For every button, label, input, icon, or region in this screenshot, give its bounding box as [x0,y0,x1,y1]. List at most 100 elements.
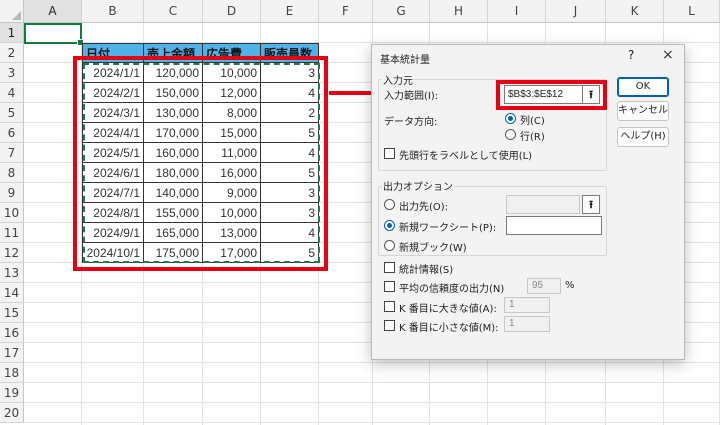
table-cell[interactable]: 2024/1/1 [82,63,144,83]
row-header-13[interactable]: 13 [0,263,24,283]
table-cell[interactable]: 130,000 [144,103,203,123]
kth-largest-label[interactable]: K 番目に大きな値(A): [399,300,497,315]
summary-statistics-label[interactable]: 統計情報(S) [399,261,453,276]
column-header-h[interactable]: H [430,0,488,23]
kth-smallest-label[interactable]: K 番目に小さな値(M): [399,319,499,334]
table-cell[interactable]: 4 [261,143,319,163]
table-cell[interactable]: 160,000 [144,143,203,163]
column-header-b[interactable]: B [82,0,144,23]
column-header-a[interactable]: A [24,0,82,23]
summary-statistics-checkbox[interactable] [384,262,395,273]
table-cell[interactable]: 2024/4/1 [82,123,144,143]
help-button[interactable]: ヘルプ(H) [617,127,669,147]
table-cell[interactable]: 2024/2/1 [82,83,144,103]
row-header-17[interactable]: 17 [0,343,24,363]
table-cell[interactable]: 3 [261,203,319,223]
table-cell[interactable]: 170,000 [144,123,203,143]
direction-column-label[interactable]: 列(C) [520,112,545,127]
table-cell[interactable]: 15,000 [203,123,261,143]
column-header-l[interactable]: L [664,0,720,23]
row-header-11[interactable]: 11 [0,223,24,243]
input-range-field[interactable]: $B$3:$E$12 [504,85,586,104]
output-range-collapse-button[interactable]: ⭱ [582,195,600,214]
table-header-cell[interactable]: 売上金額 [144,43,203,63]
new-worksheet-name-field[interactable] [506,216,602,235]
table-cell[interactable]: 17,000 [203,243,261,263]
table-cell[interactable]: 3 [261,183,319,203]
table-cell[interactable]: 2024/7/1 [82,183,144,203]
table-cell[interactable]: 12,000 [203,83,261,103]
column-header-k[interactable]: K [606,0,664,23]
confidence-level-checkbox[interactable] [384,281,395,292]
table-cell[interactable]: 4 [261,223,319,243]
output-range-radio[interactable] [384,199,395,210]
table-cell[interactable]: 2024/5/1 [82,143,144,163]
active-cell-a1[interactable] [24,23,84,46]
row-header-1[interactable]: 1 [0,23,24,43]
direction-row-radio[interactable] [505,129,516,140]
table-cell[interactable]: 2 [261,103,319,123]
table-cell[interactable]: 5 [261,163,319,183]
column-header-e[interactable]: E [261,0,319,23]
close-icon[interactable]: × [662,47,674,63]
column-header-f[interactable]: F [319,0,373,23]
table-cell[interactable]: 2024/3/1 [82,103,144,123]
table-cell[interactable]: 2024/6/1 [82,163,144,183]
row-header-7[interactable]: 7 [0,143,24,163]
table-cell[interactable]: 180,000 [144,163,203,183]
row-header-10[interactable]: 10 [0,203,24,223]
row-header-9[interactable]: 9 [0,183,24,203]
select-all-corner[interactable] [0,0,24,23]
row-header-15[interactable]: 15 [0,303,24,323]
row-header-6[interactable]: 6 [0,123,24,143]
column-header-i[interactable]: I [488,0,546,23]
column-header-j[interactable]: J [546,0,606,23]
labels-first-row-label[interactable]: 先頭行をラベルとして使用(L) [399,147,532,162]
table-cell[interactable]: 5 [261,123,319,143]
table-cell[interactable]: 4 [261,83,319,103]
row-header-18[interactable]: 18 [0,363,24,383]
row-header-2[interactable]: 2 [0,43,24,63]
column-header-d[interactable]: D [203,0,261,23]
table-cell[interactable]: 150,000 [144,83,203,103]
row-header-20[interactable]: 20 [0,403,24,423]
table-cell[interactable]: 120,000 [144,63,203,83]
help-icon[interactable]: ? [628,48,634,62]
new-workbook-label[interactable]: 新規ブック(W) [399,239,467,254]
table-cell[interactable]: 9,000 [203,183,261,203]
column-header-c[interactable]: C [144,0,203,23]
table-cell[interactable]: 13,000 [203,223,261,243]
direction-column-radio[interactable] [505,113,516,124]
cancel-button[interactable]: キャンセル [617,101,669,121]
table-cell[interactable]: 8,000 [203,103,261,123]
confidence-level-label[interactable]: 平均の信頼度の出力(N) [399,280,504,295]
table-header-cell[interactable]: 販売員数 [261,43,319,63]
table-cell[interactable]: 3 [261,63,319,83]
kth-largest-checkbox[interactable] [384,301,395,312]
table-cell[interactable]: 10,000 [203,63,261,83]
direction-row-label[interactable]: 行(R) [520,128,545,143]
table-cell[interactable]: 2024/8/1 [82,203,144,223]
output-range-label[interactable]: 出力先(O): [399,198,448,213]
table-cell[interactable]: 11,000 [203,143,261,163]
table-cell[interactable]: 10,000 [203,203,261,223]
row-header-8[interactable]: 8 [0,163,24,183]
row-header-19[interactable]: 19 [0,383,24,403]
row-header-4[interactable]: 4 [0,83,24,103]
table-cell[interactable]: 140,000 [144,183,203,203]
table-cell[interactable]: 2024/10/1 [82,243,144,263]
new-worksheet-radio[interactable] [384,220,395,231]
table-cell[interactable]: 5 [261,243,319,263]
row-header-5[interactable]: 5 [0,103,24,123]
table-header-cell[interactable]: 広告費 [203,43,261,63]
input-range-collapse-button[interactable]: ⭱ [582,85,600,104]
row-header-12[interactable]: 12 [0,243,24,263]
kth-smallest-checkbox[interactable] [384,320,395,331]
column-header-g[interactable]: G [373,0,430,23]
table-cell[interactable]: 155,000 [144,203,203,223]
new-workbook-radio[interactable] [384,240,395,251]
row-header-16[interactable]: 16 [0,323,24,343]
row-header-14[interactable]: 14 [0,283,24,303]
table-cell[interactable]: 175,000 [144,243,203,263]
table-cell[interactable]: 165,000 [144,223,203,243]
